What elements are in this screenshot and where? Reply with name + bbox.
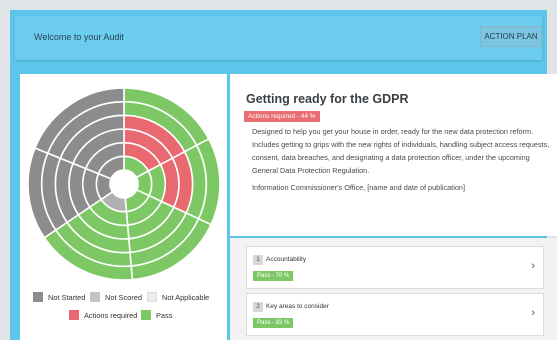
legend-swatch [90, 292, 100, 302]
legend-label: Pass [156, 310, 173, 320]
legend-item-pass: Pass [141, 310, 172, 320]
chevron-right-icon: › [531, 260, 535, 272]
legend-swatch [147, 292, 157, 302]
legend-label: Actions required [84, 310, 138, 320]
chevron-right-icon: › [531, 307, 535, 319]
section-card-accountability[interactable]: 1 Accountability Pass - 70 % › [246, 246, 544, 289]
legend-item-actions-required: Actions required [69, 310, 137, 320]
page-title: Welcome to your Audit [34, 32, 124, 42]
section-number: 1 [253, 255, 263, 265]
section-status-badge: Pass - 70 % [253, 271, 294, 281]
guide-title: Getting ready for the GDPR [246, 92, 409, 106]
section-card-key-areas[interactable]: 2 Key areas to consider Pass - 83 % › [246, 293, 544, 336]
guide-description: Designed to help you get your house in o… [252, 127, 550, 176]
legend-label: Not Started [48, 292, 86, 302]
section-title: Key areas to consider [266, 303, 329, 310]
legend-swatch [69, 310, 79, 320]
legend-item-not-scored: Not Scored [90, 292, 142, 302]
legend-swatch [141, 310, 151, 320]
guide-source: Information Commissioner's Office, [name… [252, 183, 465, 192]
header-bar: Welcome to your Audit ACTION PLAN [15, 16, 542, 60]
legend-label: Not Applicable [162, 292, 210, 302]
section-status-badge: Pass - 83 % [253, 318, 294, 328]
legend-swatch [33, 292, 43, 302]
action-plan-button[interactable]: ACTION PLAN [480, 26, 542, 47]
guide-panel: Getting ready for the GDPR Actions requi… [230, 74, 557, 236]
status-badge: Actions required - 44 % [244, 111, 320, 122]
legend-item-not-started: Not Started [33, 292, 85, 302]
section-title: Accountability [266, 256, 307, 263]
legend-label: Not Scored [105, 292, 142, 302]
sunburst-center [110, 170, 138, 198]
sunburst-chart [27, 87, 221, 281]
chart-panel: Not Started Not Scored Not Applicable Ac… [20, 74, 227, 340]
section-number: 2 [253, 302, 263, 312]
legend-item-not-applicable: Not Applicable [147, 292, 209, 302]
sections-panel: 1 Accountability Pass - 70 % › 2 Key are… [230, 238, 557, 340]
